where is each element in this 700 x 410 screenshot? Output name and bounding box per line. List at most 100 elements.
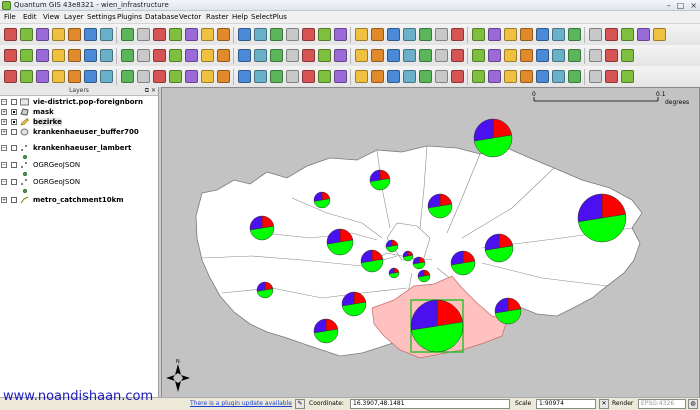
crs-status[interactable]: EPSG:4326	[638, 399, 686, 409]
attribute-table-icon[interactable]	[621, 28, 634, 41]
map-canvas[interactable]: 0 0.1 degrees N	[161, 87, 700, 398]
zoom-full-icon[interactable]	[217, 49, 230, 62]
digitize-icon[interactable]	[435, 28, 448, 41]
zoom-layer-icon[interactable]	[403, 49, 416, 62]
plugin-icon[interactable]	[36, 70, 49, 83]
layer-metro-catchment10km[interactable]: + metro_catchment10km	[0, 195, 158, 206]
messages-icon[interactable]: ✎	[295, 399, 305, 409]
zoom-out-icon[interactable]	[36, 49, 49, 62]
print-composer-icon[interactable]	[568, 28, 581, 41]
layer-visibility-checkbox[interactable]	[11, 99, 17, 105]
expand-toggle[interactable]: −	[1, 162, 7, 168]
select-features-icon[interactable]	[318, 28, 331, 41]
refresh-icon[interactable]	[472, 49, 485, 62]
measure-icon[interactable]	[621, 49, 634, 62]
zoom-layer-icon[interactable]	[68, 49, 81, 62]
zoom-out-icon[interactable]	[536, 49, 549, 62]
open-project-icon[interactable]	[355, 28, 368, 41]
georeferencer-icon[interactable]	[605, 70, 618, 83]
menu-plugins[interactable]: Plugins	[117, 13, 142, 21]
raster-calc-icon[interactable]	[589, 70, 602, 83]
layer-visibility-checkbox[interactable]	[11, 129, 17, 135]
identify-icon[interactable]	[270, 49, 283, 62]
pan-icon[interactable]	[504, 49, 517, 62]
zoom-selection-icon[interactable]	[589, 49, 602, 62]
zoom-layer-icon[interactable]	[238, 49, 251, 62]
expand-toggle[interactable]: +	[1, 197, 7, 203]
pan-icon[interactable]	[334, 49, 347, 62]
gps-icon[interactable]	[403, 70, 416, 83]
whats-this-icon[interactable]	[488, 70, 501, 83]
coordinate-field[interactable]: 16.3907,48.1481	[350, 399, 510, 409]
plugin-update-link[interactable]: There is a plugin update available	[190, 400, 292, 407]
map-svg[interactable]: 0 0.1 degrees N	[162, 88, 700, 398]
digitize-icon[interactable]	[100, 28, 113, 41]
attribute-table-icon[interactable]	[451, 28, 464, 41]
menu-database[interactable]: Database	[145, 13, 178, 21]
help-icon[interactable]	[472, 70, 485, 83]
raster-calc-icon[interactable]	[254, 70, 267, 83]
select-features-icon[interactable]	[653, 28, 666, 41]
identify-icon[interactable]	[605, 49, 618, 62]
zoom-full-icon[interactable]	[552, 49, 565, 62]
whats-this-icon[interactable]	[318, 70, 331, 83]
zoom-selection-icon[interactable]	[419, 49, 432, 62]
select-features-icon[interactable]	[488, 28, 501, 41]
zoom-in-icon[interactable]	[185, 49, 198, 62]
measure-icon[interactable]	[121, 49, 134, 62]
measure-icon[interactable]	[451, 49, 464, 62]
gps-icon[interactable]	[68, 70, 81, 83]
geoprocessing-icon[interactable]	[4, 70, 17, 83]
toggle-editing-icon[interactable]	[637, 28, 650, 41]
zoom-layer-icon[interactable]	[568, 49, 581, 62]
topology-icon[interactable]	[621, 70, 634, 83]
label-icon[interactable]	[520, 70, 533, 83]
menu-settings[interactable]: Settings	[87, 13, 116, 21]
new-project-icon[interactable]	[4, 28, 17, 41]
layer-add-icon[interactable]	[419, 28, 432, 41]
layer-ogrgeojson-1[interactable]: − OGRGeoJSON	[0, 160, 158, 171]
layer-visibility-checkbox[interactable]	[11, 119, 17, 125]
layer-visibility-checkbox[interactable]	[11, 145, 17, 151]
menu-vector[interactable]: Vector	[179, 13, 201, 21]
layer-visibility-checkbox[interactable]	[11, 162, 17, 168]
python-console-icon[interactable]	[387, 70, 400, 83]
python-console-icon[interactable]	[217, 70, 230, 83]
attribute-table-icon[interactable]	[121, 28, 134, 41]
zoom-full-icon[interactable]	[387, 49, 400, 62]
crs-globe-icon[interactable]: ◍	[688, 399, 698, 409]
geoprocessing-icon[interactable]	[504, 70, 517, 83]
georeferencer-icon[interactable]	[435, 70, 448, 83]
zoom-selection-icon[interactable]	[84, 49, 97, 62]
new-project-icon[interactable]	[334, 28, 347, 41]
new-project-icon[interactable]	[169, 28, 182, 41]
minimize-button[interactable]: –	[667, 1, 671, 10]
toggle-editing-icon[interactable]	[302, 28, 315, 41]
digitize-icon[interactable]	[605, 28, 618, 41]
layer-add-icon[interactable]	[84, 28, 97, 41]
topology-icon[interactable]	[451, 70, 464, 83]
topology-icon[interactable]	[121, 70, 134, 83]
zoom-in-icon[interactable]	[355, 49, 368, 62]
zoom-in-icon[interactable]	[20, 49, 33, 62]
render-checkbox[interactable]: ✕	[599, 399, 609, 409]
map-tips-icon[interactable]	[318, 49, 331, 62]
label-icon[interactable]	[20, 70, 33, 83]
save-project-icon[interactable]	[36, 28, 49, 41]
save-as-icon[interactable]	[552, 28, 565, 41]
label-icon[interactable]	[185, 70, 198, 83]
refresh-icon[interactable]	[302, 49, 315, 62]
attribute-table-icon[interactable]	[286, 28, 299, 41]
digitize-icon[interactable]	[270, 28, 283, 41]
print-composer-icon[interactable]	[68, 28, 81, 41]
save-as-icon[interactable]	[52, 28, 65, 41]
save-as-icon[interactable]	[387, 28, 400, 41]
georeferencer-icon[interactable]	[270, 70, 283, 83]
menu-file[interactable]: File	[4, 13, 16, 21]
identify-icon[interactable]	[100, 49, 113, 62]
close-button[interactable]: ×	[690, 1, 697, 10]
layer-krankenhaeuser-lambert[interactable]: − krankenhaeuser_lambert	[0, 143, 158, 154]
expand-toggle[interactable]: +	[1, 109, 7, 115]
menu-view[interactable]: View	[43, 13, 60, 21]
save-as-icon[interactable]	[217, 28, 230, 41]
